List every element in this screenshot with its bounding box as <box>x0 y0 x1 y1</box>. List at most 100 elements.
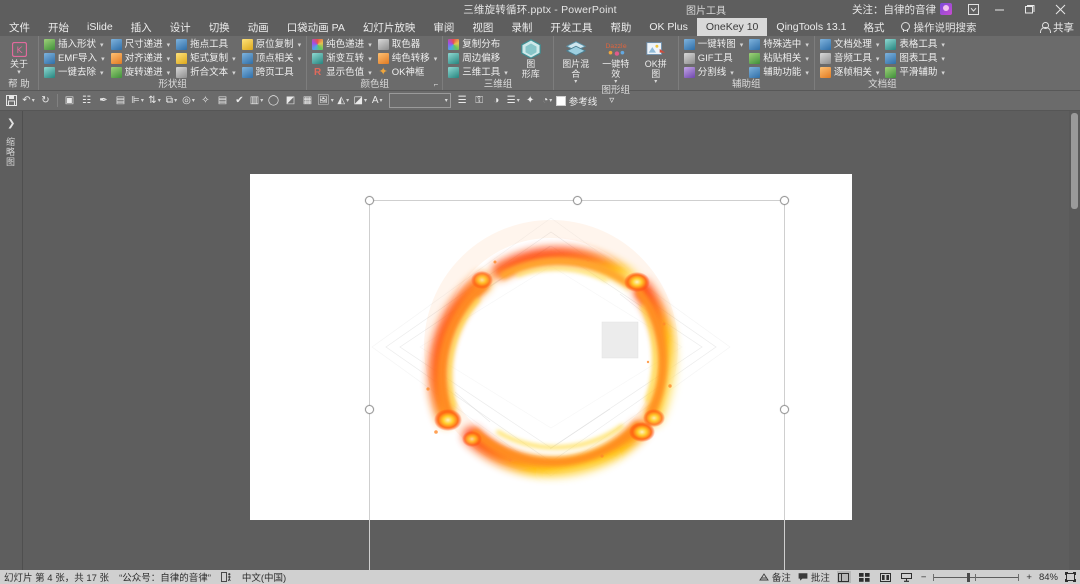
show-color-value-button[interactable]: R 显示色值 ▾ <box>310 66 374 79</box>
vertex-related-button[interactable]: 顶点相关 ▾ <box>240 52 304 65</box>
fit-to-window-icon[interactable] <box>1065 572 1076 582</box>
paste-icon[interactable]: ▥ ▾ <box>248 91 265 110</box>
zoom-level[interactable]: 84% <box>1039 572 1058 583</box>
comments-button[interactable]: 批注 <box>798 570 830 584</box>
solid-color-progression-button[interactable]: 纯色递进 ▾ <box>310 38 374 51</box>
slide-sorter-icon[interactable] <box>858 571 872 583</box>
tab-onekey-10[interactable]: OneKey 10 <box>696 18 768 36</box>
slideshow-icon[interactable] <box>900 571 914 583</box>
font-color-icon[interactable]: A ▾ <box>369 91 386 110</box>
shape-fill-color-icon[interactable]: ◭ ▾ <box>335 91 352 110</box>
tab-transitions[interactable]: 切换 <box>200 18 239 36</box>
numbered-list-icon[interactable]: ☰ ▾ <box>505 91 522 110</box>
convert-to-image-button[interactable]: 一键转图 ▾ <box>682 38 746 51</box>
rotate-progression-button[interactable]: 旋转递进 ▾ <box>109 66 173 79</box>
document-process-button[interactable]: 文档处理 ▾ <box>818 38 882 51</box>
divider-line-button[interactable]: 分割线 ▾ <box>682 66 746 79</box>
insert-chart-icon[interactable]: ▦ <box>299 91 316 110</box>
shape-fill-icon[interactable]: ◩ <box>282 91 299 110</box>
eyedropper-button[interactable]: 取色器 <box>376 38 440 51</box>
align-objects-icon[interactable]: ⊫ ▾ <box>129 91 146 110</box>
about-button[interactable]: K 关于 ▾ <box>4 38 34 76</box>
redo-icon[interactable]: ↻ <box>37 91 54 110</box>
gradient-convert-button[interactable]: 渐变互转 ▾ <box>310 52 374 65</box>
ok-magic-box-button[interactable]: ✦ OK神框 <box>376 66 440 79</box>
reading-view-icon[interactable] <box>879 571 893 583</box>
slide-surface[interactable] <box>250 174 852 570</box>
presenter-view-icon[interactable]: ☷ <box>78 91 95 110</box>
tab-home[interactable]: 开始 <box>39 18 78 36</box>
size-progression-button[interactable]: 尺寸递进 ▾ <box>109 38 173 51</box>
one-click-remove-button[interactable]: 一键去除 ▾ <box>42 66 107 79</box>
tab-pocket-animation[interactable]: 口袋动画 PA <box>278 18 354 36</box>
expand-thumbnails-icon[interactable]: ❯ <box>7 118 15 129</box>
tab-developer[interactable]: 开发工具 <box>541 18 601 36</box>
one-click-effect-button[interactable]: Dazzle 一键特 效 ▾ <box>597 38 635 85</box>
tab-qingtools[interactable]: QingTools 13.1 <box>767 18 855 36</box>
rotate-objects-icon[interactable]: ⇅ ▾ <box>146 91 163 110</box>
insert-shape-button[interactable]: 插入形状 ▾ <box>42 38 107 51</box>
copy-distribute-button[interactable]: 复制分布 <box>446 38 510 51</box>
tab-slideshow[interactable]: 幻灯片放映 <box>354 18 425 36</box>
accessibility-check-icon[interactable] <box>220 572 232 582</box>
fire-ring-graphic[interactable] <box>250 174 852 520</box>
tab-design[interactable]: 设计 <box>161 18 200 36</box>
shape-outline-icon[interactable]: ◪ ▾ <box>352 91 369 110</box>
paste-related-button[interactable]: 粘贴相关 ▾ <box>747 52 811 65</box>
fold-text-button[interactable]: 折合文本 ▾ <box>174 66 238 79</box>
slide-canvas[interactable] <box>23 111 1080 570</box>
language-indicator[interactable]: 中文(中国) <box>242 570 286 584</box>
guide-color-swatch[interactable] <box>555 95 566 106</box>
group-objects-icon[interactable]: ⧉ ▾ <box>163 91 180 110</box>
shape-library-button[interactable]: 图 形库 <box>512 38 550 79</box>
shape-effects-icon[interactable]: ◔ ▾ <box>539 91 556 110</box>
tab-view[interactable]: 视图 <box>463 18 502 36</box>
minimize-icon[interactable] <box>984 0 1014 18</box>
audio-tool-button[interactable]: 音频工具 ▾ <box>818 52 882 65</box>
new-slide-icon[interactable]: ▤ <box>214 91 231 110</box>
ribbon-display-options-icon[interactable] <box>962 0 984 18</box>
grid-copy-button[interactable]: 矩式复制 ▾ <box>174 52 238 65</box>
special-select-button[interactable]: 特殊选中 ▾ <box>747 38 811 51</box>
bullet-list-icon[interactable]: ☰ <box>454 91 471 110</box>
ok-collage-button[interactable]: OK拼 图 ▾ <box>637 38 675 85</box>
chart-tool-button[interactable]: 图表工具 ▾ <box>883 52 947 65</box>
theme-name[interactable]: “公众号：自律的音律” <box>119 570 211 584</box>
zoom-in-icon[interactable]: + <box>1026 572 1032 583</box>
tab-insert[interactable]: 插入 <box>122 18 161 36</box>
zoom-slider[interactable] <box>933 572 1020 582</box>
align-progression-button[interactable]: 对齐递进 ▾ <box>109 52 173 65</box>
edge-offset-button[interactable]: 周边偏移 <box>446 52 510 65</box>
gif-tool-button[interactable]: GIF工具 <box>682 52 746 65</box>
tab-format[interactable]: 格式 <box>855 18 892 36</box>
table-tool-button[interactable]: 表格工具 ▾ <box>883 38 947 51</box>
align-text-icon[interactable]: ▤ <box>112 91 129 110</box>
morph-assist-button[interactable]: 平滑辅助 ▾ <box>883 66 947 79</box>
zoom-out-icon[interactable]: − <box>921 572 927 583</box>
dialog-launcher-icon[interactable]: ⌐ <box>434 79 439 90</box>
drag-point-tool-button[interactable]: 拖点工具 <box>174 38 238 51</box>
avatar[interactable] <box>940 3 952 15</box>
lock-icon[interactable]: ⚿ <box>471 91 488 110</box>
tab-ok-plus[interactable]: OK Plus <box>640 18 697 36</box>
picture-frame-icon[interactable]: 🖼 ▾ <box>316 91 335 110</box>
merge-shapes-icon[interactable]: ✦ <box>522 91 539 110</box>
checkmark-icon[interactable]: ✔ <box>231 91 248 110</box>
tab-help[interactable]: 帮助 <box>601 18 640 36</box>
vertical-scrollbar[interactable] <box>1069 111 1080 570</box>
cross-page-tool-button[interactable]: 跨页工具 <box>240 66 304 79</box>
emf-import-button[interactable]: EMF导入 ▾ <box>42 52 107 65</box>
close-icon[interactable] <box>1044 0 1076 18</box>
accessibility-button[interactable]: 辅助功能 ▾ <box>747 66 811 79</box>
three-d-tool-button[interactable]: 三维工具 ▾ <box>446 66 510 79</box>
solid-color-transfer-button[interactable]: 纯色转移 ▾ <box>376 52 440 65</box>
tab-review[interactable]: 审阅 <box>424 18 463 36</box>
tab-record[interactable]: 录制 <box>502 18 541 36</box>
save-icon[interactable] <box>3 91 20 110</box>
zoom-slider-thumb[interactable] <box>967 572 971 582</box>
share-button[interactable]: 共享 <box>1040 18 1074 36</box>
animation-painter-icon[interactable]: ✧ <box>197 91 214 110</box>
shape-oval-icon[interactable]: ◯ <box>265 91 282 110</box>
restore-icon[interactable] <box>1014 0 1044 18</box>
notes-button[interactable]: 备注 <box>758 570 791 584</box>
